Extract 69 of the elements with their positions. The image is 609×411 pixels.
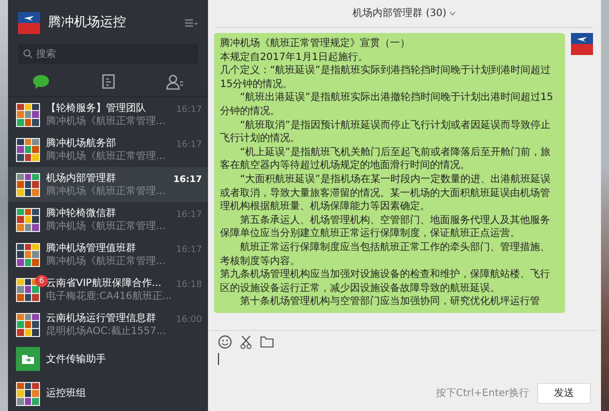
unread-badge: 6 xyxy=(35,275,48,287)
message-paragraph: 腾冲机场《航班正常管理规定》宣贯（一） xyxy=(220,37,411,51)
message-time: 16:17 xyxy=(176,139,202,152)
conversation-item[interactable]: 腾冲机场航务部 腾冲机场《航班正常管理... 16:17 xyxy=(8,132,208,167)
shortcut-hint: 按下Ctrl+Enter换行 xyxy=(436,386,529,401)
message-time: 16:18 xyxy=(176,279,202,292)
conversation-name: 云南机场运行管理信息群 xyxy=(46,312,157,324)
message-preview: 腾冲机场《航班正常管理... xyxy=(46,114,167,128)
message-paragraph: 本规定自2017年1月1日起施行。 xyxy=(220,50,370,64)
message-time: 16:17 xyxy=(173,174,202,187)
text-cursor xyxy=(218,353,219,365)
app-title: 腾冲机场运控 xyxy=(48,14,127,32)
folder-icon[interactable] xyxy=(260,336,274,348)
message-time: 16:17 xyxy=(176,244,202,257)
conversation-name: 【轮椅服务】管理团队 xyxy=(46,102,147,114)
folder-icon xyxy=(16,347,40,372)
message-paragraph: 几个定义：“航班延误”是指航班实际到港挡轮挡时间晚于计划到港时间超过15分钟的情况。 xyxy=(220,64,552,92)
conversation-item[interactable]: 【轮椅服务】管理团队 腾冲机场《航班正常管理... 16:17 xyxy=(8,97,208,132)
message-paragraph: 航班正常运行保障制度应当包括航班正常工作的牵头部门、管理措施、考核制度等内容。 xyxy=(220,240,551,268)
conversation-name: 运控班组 xyxy=(46,387,87,400)
message-preview: 腾冲机场《航班正常管理... xyxy=(46,254,167,268)
scissors-icon[interactable] xyxy=(240,335,252,349)
avatar-icon xyxy=(571,33,593,55)
group-avatar xyxy=(16,208,40,232)
message-paragraph: 第十条机场管理机构与空管部门应当加强协同，研究优化机坪运行管 xyxy=(239,295,541,309)
send-button[interactable]: 发送 xyxy=(537,383,591,404)
logo-icon xyxy=(18,12,40,34)
message-preview: 腾冲机场《航班正常管理... xyxy=(46,150,167,162)
group-avatar xyxy=(16,138,40,162)
conversation-name: 腾冲机场航务部 xyxy=(46,136,117,150)
caret-icon[interactable] xyxy=(449,11,456,16)
group-avatar xyxy=(16,102,40,126)
conversation-name: 云南省VIP航班保障合作... xyxy=(46,276,162,290)
conversation-item[interactable]: 腾冲机场管理值班群 腾冲机场《航班正常管理... 16:17 xyxy=(8,237,208,272)
person-icon xyxy=(166,74,184,90)
conversation-item[interactable]: 运控班组 xyxy=(8,376,208,411)
message-paragraph: “机上延误”是指航班飞机关舱门后至起飞前或者降落后至开舱门前，旅客在航空器内等待超过机场规定的地面滑行时间的情况。 xyxy=(220,146,552,173)
chat-icon xyxy=(32,74,50,90)
message-paragraph: “航班取消”是指因预计航班延误而停止飞行计划或者因延误而导致停止飞行计划的情况。 xyxy=(220,118,552,146)
emoji-icon[interactable] xyxy=(218,335,232,349)
conversation-name: 机场内部管理群 xyxy=(46,172,117,184)
group-avatar xyxy=(16,242,40,266)
chat-title: 机场内部管理群 (30) xyxy=(352,6,446,21)
message-preview: 腾冲机场《航班正常管理... xyxy=(46,220,167,232)
message-time: 16:17 xyxy=(176,104,202,117)
document-icon xyxy=(100,74,116,90)
group-avatar xyxy=(16,172,40,196)
search-field[interactable]: 搜索 xyxy=(18,44,198,64)
conversation-name: 腾冲机场管理值班群 xyxy=(46,242,137,254)
search-icon xyxy=(23,49,33,59)
conversation-item[interactable]: 云南机场运行管理信息群 昆明机场AOC:截止1557... 16:00 xyxy=(8,307,208,342)
message-paragraph: “航班出港延误”是指航班实际出港撤轮挡时间晚于计划出港时间超过15分钟的情况。 xyxy=(220,91,554,119)
message-preview: 昆明机场AOC:截止1557... xyxy=(46,324,167,338)
group-avatar xyxy=(16,312,40,336)
conversation-item[interactable]: 机场内部管理群 腾冲机场《航班正常管理... 16:17 xyxy=(8,167,208,202)
message-time: 16:00 xyxy=(176,314,202,327)
conversation-name: 腾冲轮椅微信群 xyxy=(46,206,117,220)
message-preview: 电子梅花鹿:CA416航班正... xyxy=(46,290,170,302)
message-preview: 腾冲机场《航班正常管理... xyxy=(46,184,167,198)
group-avatar xyxy=(16,278,40,302)
conversation-item[interactable]: 腾冲轮椅微信群 腾冲机场《航班正常管理... 16:17 xyxy=(8,202,208,237)
message-paragraph: 第九条机场管理机构应当加强对设施设备的检查和维护，保障航站楼、飞行区的设施设备运行正常，减少因设施设备故障导致的航班延误。 xyxy=(220,268,551,296)
message-paragraph: “大面积航班延误”是指机场在某一时段内一定数量的进、出港航班延误或者取消，导致大量旅客滞留的情况。某一机场的大面积航班延误由机场管理机构根据航班量、机场保障能力等因素确定。 xyxy=(220,172,552,214)
group-avatar xyxy=(16,382,40,406)
menu-icon[interactable] xyxy=(184,18,198,28)
message-paragraph: 第五条承运人、机场管理机构、空管部门、地面服务代理人及其他服务保障单位应当分别建立航班正常运行保障制度，保证航班正点运营。 xyxy=(220,214,551,241)
conversation-item[interactable]: 文件传输助手 xyxy=(8,342,208,376)
conversation-name: 文件传输助手 xyxy=(46,352,107,366)
message-time: 16:17 xyxy=(176,209,202,222)
